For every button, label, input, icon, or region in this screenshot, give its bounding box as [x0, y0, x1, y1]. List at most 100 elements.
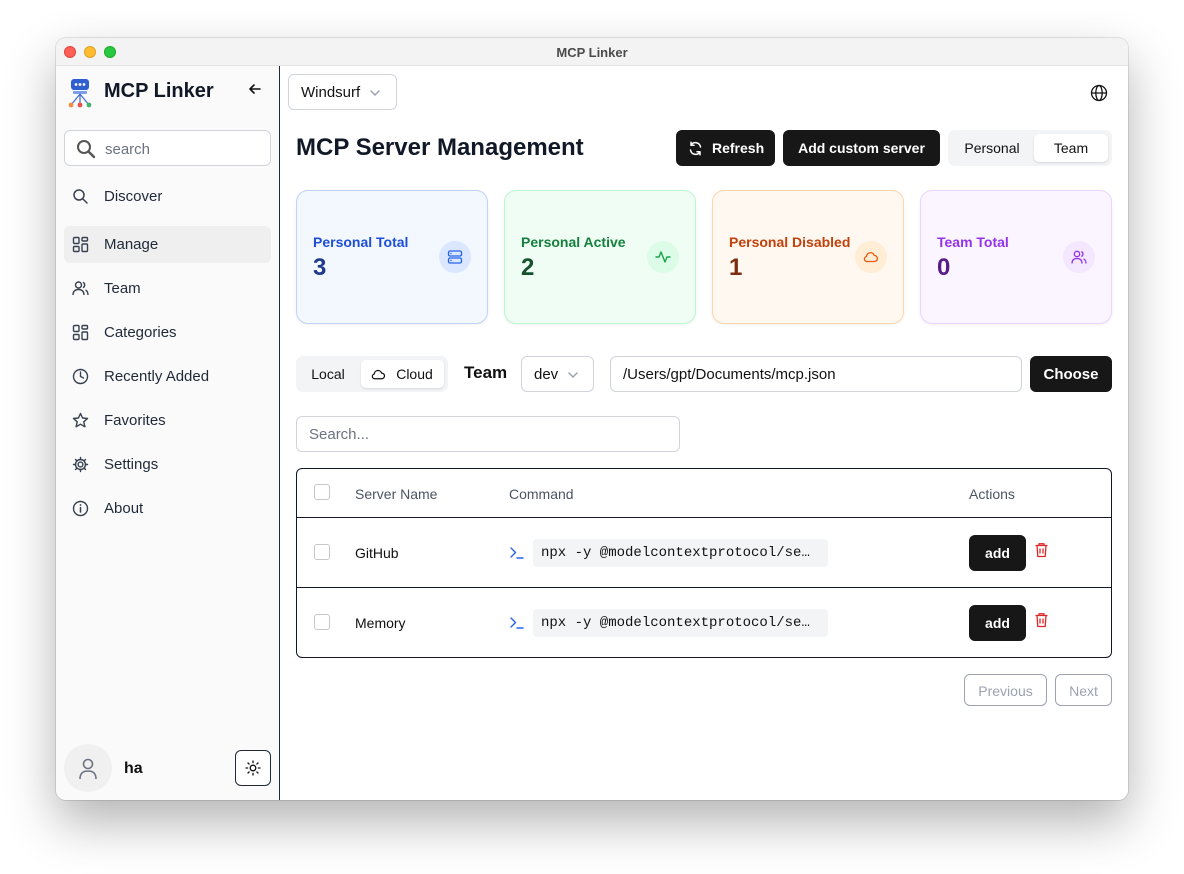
search-icon — [73, 189, 88, 204]
cloud-icon — [863, 252, 878, 263]
column-header-command: Command — [509, 486, 574, 502]
team-label: Team — [464, 363, 508, 382]
tab-personal[interactable]: Personal — [952, 134, 1032, 162]
stat-value: 1 — [729, 254, 743, 281]
terminal-icon — [510, 617, 524, 629]
sidebar-item-favorites[interactable]: Favorites — [64, 402, 271, 439]
add-custom-server-button[interactable]: Add custom server — [783, 130, 940, 166]
stat-icon-badge — [1063, 241, 1095, 273]
refresh-icon — [689, 141, 702, 156]
select-all-checkbox[interactable] — [314, 484, 330, 500]
column-header-actions: Actions — [969, 486, 1015, 502]
stat-card-personal-disabled: Personal Disabled 1 — [712, 190, 904, 324]
stat-label: Personal Active — [521, 234, 626, 250]
choose-file-button[interactable]: Choose — [1030, 356, 1112, 392]
page-title: MCP Server Management — [296, 134, 584, 161]
sidebar-item-label: Settings — [104, 456, 159, 473]
sidebar-item-discover[interactable]: Discover — [64, 178, 271, 215]
refresh-button-label: Refresh — [712, 140, 765, 156]
previous-page-button[interactable]: Previous — [964, 674, 1047, 706]
trash-icon[interactable] — [1034, 612, 1049, 628]
sidebar-search-input[interactable] — [105, 139, 265, 159]
row-checkbox[interactable] — [314, 614, 330, 630]
sidebar-item-label: Team — [104, 280, 141, 297]
add-server-label: add — [985, 545, 1010, 561]
server-name-cell: GitHub — [355, 545, 399, 561]
app-logo-icon — [68, 79, 92, 108]
add-server-button[interactable]: add — [969, 605, 1026, 641]
row-checkbox[interactable] — [314, 544, 330, 560]
clock-icon — [72, 368, 89, 385]
stat-value: 0 — [937, 254, 951, 281]
command-cell: npx -y @modelcontextprotocol/se… — [533, 539, 828, 567]
info-icon — [72, 500, 89, 517]
table-row: Memory npx -y @modelcontextprotocol/se… … — [297, 588, 1111, 657]
tab-local[interactable]: Local — [300, 360, 356, 388]
previous-page-label: Previous — [978, 683, 1033, 699]
app-name: MCP Linker — [104, 80, 214, 102]
sidebar-item-label: Favorites — [104, 412, 166, 429]
gear-icon — [72, 456, 89, 473]
add-server-button[interactable]: add — [969, 535, 1026, 571]
stat-icon-badge — [647, 241, 679, 273]
sidebar-item-label: Manage — [104, 236, 159, 253]
users-icon — [72, 281, 89, 296]
sidebar-item-label: About — [104, 500, 144, 517]
sidebar-item-recently-added[interactable]: Recently Added — [64, 358, 271, 395]
user-icon — [79, 758, 97, 780]
command-cell: npx -y @modelcontextprotocol/se… — [533, 609, 828, 637]
chevron-down-icon — [568, 372, 578, 379]
client-select[interactable]: Windsurf — [288, 74, 397, 110]
sidebar-item-about[interactable]: About — [64, 490, 271, 527]
app-window: MCP Linker MCP Linker Discover M — [56, 38, 1128, 800]
sidebar-item-categories[interactable]: Categories — [64, 314, 271, 351]
sidebar-item-settings[interactable]: Settings — [64, 446, 271, 483]
theme-toggle-button[interactable] — [235, 750, 271, 786]
tab-cloud[interactable]: Cloud — [361, 360, 444, 388]
stat-icon-badge — [439, 241, 471, 273]
tab-team-label: Team — [1053, 140, 1089, 156]
team-select[interactable]: dev — [521, 356, 594, 392]
server-name-cell: Memory — [355, 615, 406, 631]
window-title: MCP Linker — [556, 45, 628, 60]
collapse-sidebar-icon[interactable] — [246, 80, 264, 98]
sidebar-item-team[interactable]: Team — [64, 270, 271, 307]
stat-card-personal-total: Personal Total 3 — [296, 190, 488, 324]
stat-value: 3 — [313, 254, 327, 281]
sidebar-item-label: Categories — [104, 324, 177, 341]
avatar[interactable] — [64, 744, 112, 792]
sun-icon — [245, 760, 261, 776]
tab-personal-label: Personal — [964, 140, 1020, 156]
tab-local-label: Local — [311, 366, 345, 382]
activity-icon — [655, 251, 671, 263]
server-search-input[interactable] — [296, 416, 680, 452]
server-icon — [447, 250, 463, 264]
sidebar-search[interactable] — [64, 130, 271, 166]
stat-icon-badge — [855, 241, 887, 273]
stat-card-personal-active: Personal Active 2 — [504, 190, 696, 324]
table-row: GitHub npx -y @modelcontextprotocol/se… … — [297, 518, 1111, 588]
sidebar: MCP Linker Discover Manage Team Categori… — [56, 66, 280, 800]
sidebar-item-label: Recently Added — [104, 368, 210, 385]
title-bar: MCP Linker — [56, 38, 1128, 66]
config-path-input[interactable] — [610, 356, 1022, 392]
location-toggle: Local Cloud — [296, 356, 448, 392]
table-header: Server Name Command Actions — [297, 469, 1111, 518]
sidebar-item-label: Discover — [104, 188, 163, 205]
stat-card-team-total: Team Total 0 — [920, 190, 1112, 324]
star-icon — [72, 412, 89, 428]
scope-toggle: Personal Team — [948, 130, 1112, 166]
stat-label: Personal Total — [313, 234, 409, 250]
trash-icon[interactable] — [1034, 542, 1049, 558]
next-page-button[interactable]: Next — [1055, 674, 1112, 706]
column-header-server-name[interactable]: Server Name — [355, 486, 437, 502]
main-content: Windsurf MCP Server Management Refresh A… — [280, 66, 1128, 800]
sidebar-item-manage[interactable]: Manage — [64, 226, 271, 263]
stat-label: Personal Disabled — [729, 234, 851, 250]
refresh-button[interactable]: Refresh — [676, 130, 775, 166]
users-icon — [1071, 250, 1087, 264]
add-custom-server-label: Add custom server — [798, 140, 925, 156]
cloud-icon — [371, 369, 386, 380]
tab-team[interactable]: Team — [1034, 134, 1108, 162]
globe-icon[interactable] — [1090, 84, 1108, 102]
